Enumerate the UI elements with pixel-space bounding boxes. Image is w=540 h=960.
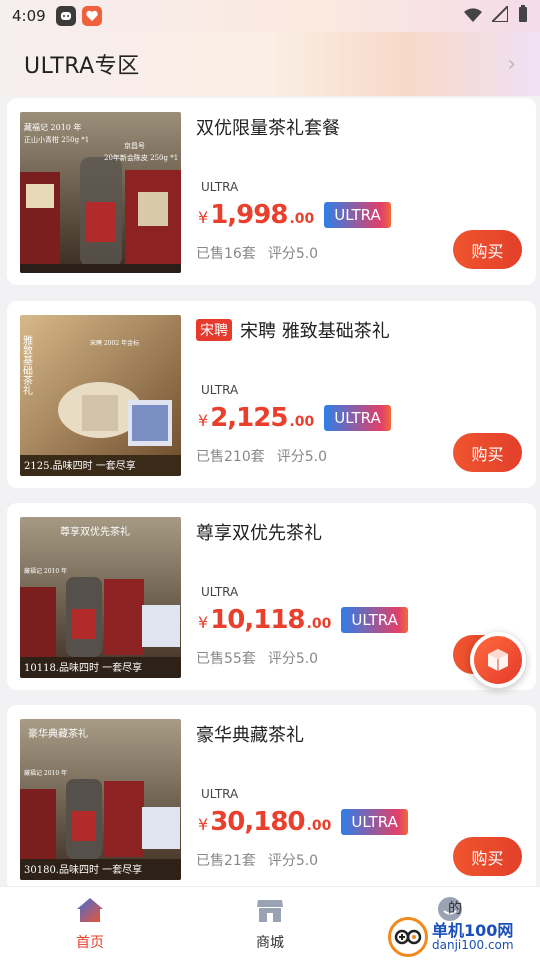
rating: 评分5.0	[267, 246, 319, 262]
price-decimal: .00	[289, 414, 315, 430]
product-image: 尊享双优先茶礼 藏福记 2010 年 10118.品味四时 一套尽享	[20, 517, 181, 678]
image-footer-text: 10118.品味四时 一套尽享	[24, 661, 142, 674]
tab-home-label: 首页	[76, 934, 104, 951]
wifi-icon	[464, 7, 482, 26]
ultra-label: ULTRA	[201, 787, 239, 801]
ultra-badge: ULTRA	[341, 607, 408, 633]
ultra-badge: ULTRA	[324, 405, 391, 431]
product-price: ¥ 10,118 .00 ULTRA	[198, 605, 408, 635]
watermark-main-text: 单机100网	[432, 920, 514, 940]
price-main: 30,180	[210, 807, 305, 837]
rating: 评分5.0	[276, 449, 327, 465]
image-text: 豪华典藏茶礼	[28, 727, 88, 740]
page-title: ULTRA专区	[24, 54, 140, 79]
product-title: 豪华典藏茶礼	[196, 721, 304, 747]
image-text: 尊享双优先茶礼	[60, 525, 130, 538]
image-text: 宋聘 2002 年金标	[90, 339, 139, 347]
product-card[interactable]: 豪华典藏茶礼 藏福记 2010 年 30180.品味四时 一套尽享 豪华典藏茶礼…	[7, 705, 536, 886]
image-footer-text: 2125.品味四时 一套尽享	[24, 459, 136, 472]
tab-mall[interactable]: 商城	[180, 887, 360, 960]
product-card[interactable]: 藏福记 2010 年 正山小青柑 250g *1 京昌号 20年新会陈皮 250…	[7, 98, 536, 285]
watermark: 单机100网 danji100.com	[388, 914, 540, 960]
product-price: ¥ 30,180 .00 ULTRA	[198, 807, 408, 837]
home-icon	[75, 896, 105, 928]
shop-icon	[255, 896, 285, 928]
rating: 评分5.0	[267, 651, 319, 667]
product-meta: 已售55套 评分5.0	[196, 648, 318, 668]
product-price: ¥ 2,125 .00 ULTRA	[198, 403, 391, 433]
image-text: 京昌号	[124, 141, 145, 150]
price-main: 2,125	[210, 403, 288, 433]
currency-symbol: ¥	[198, 208, 209, 227]
floating-cube-button[interactable]	[470, 632, 526, 688]
product-card[interactable]: 雅致基础茶礼 宋聘 2002 年金标 2125.品味四时 一套尽享 宋聘 宋聘 …	[7, 301, 536, 488]
ultra-label: ULTRA	[201, 383, 239, 397]
watermark-sub-text: danji100.com	[432, 938, 514, 953]
image-text: 藏福记 2010 年	[24, 769, 67, 777]
status-time: 4:09	[12, 7, 46, 25]
sold-count: 已售55套	[196, 651, 256, 667]
product-meta: 已售21套 评分5.0	[196, 850, 318, 870]
product-image: 雅致基础茶礼 宋聘 2002 年金标 2125.品味四时 一套尽享	[20, 315, 181, 476]
app-notification-icon-2	[81, 6, 102, 26]
product-meta: 已售16套 评分5.0	[196, 243, 318, 263]
currency-symbol: ¥	[198, 411, 209, 430]
watermark-logo-icon	[388, 917, 428, 957]
buy-button[interactable]: 购买	[453, 433, 522, 472]
sold-count: 已售210套	[196, 449, 265, 465]
battery-icon	[518, 5, 528, 27]
ultra-badge: ULTRA	[341, 809, 408, 835]
rating: 评分5.0	[267, 853, 319, 869]
product-title: 宋聘 宋聘 雅致基础茶礼	[196, 317, 390, 343]
product-title-text: 尊享双优先茶礼	[196, 523, 322, 544]
status-bar: 4:09	[0, 0, 540, 32]
ultra-badge: ULTRA	[324, 202, 391, 228]
ultra-label: ULTRA	[201, 585, 239, 599]
price-main: 1,998	[210, 200, 288, 230]
brand-tag: 宋聘	[196, 319, 232, 341]
image-text: 藏福记 2010 年	[24, 567, 67, 575]
tab-mall-label: 商城	[256, 934, 284, 951]
price-decimal: .00	[289, 211, 315, 227]
product-title-text: 豪华典藏茶礼	[196, 725, 304, 746]
buy-button[interactable]: 购买	[453, 230, 522, 269]
image-text: 雅致基础茶礼	[21, 334, 33, 395]
product-image: 豪华典藏茶礼 藏福记 2010 年 30180.品味四时 一套尽享	[20, 719, 181, 880]
product-title: 尊享双优先茶礼	[196, 519, 322, 545]
image-text: 正山小青柑 250g *1	[24, 135, 89, 144]
image-footer-text: 30180.品味四时 一套尽享	[24, 863, 142, 876]
currency-symbol: ¥	[198, 613, 209, 632]
app-notification-icon	[55, 6, 76, 26]
page-header: ULTRA专区 ›	[0, 32, 540, 96]
sold-count: 已售16套	[196, 246, 256, 262]
product-card[interactable]: 尊享双优先茶礼 藏福记 2010 年 10118.品味四时 一套尽享 尊享双优先…	[7, 503, 536, 690]
buy-button[interactable]: 购买	[453, 837, 522, 876]
price-decimal: .00	[306, 616, 332, 632]
price-decimal: .00	[306, 818, 332, 834]
chevron-right-icon[interactable]: ›	[507, 52, 516, 77]
product-price: ¥ 1,998 .00 ULTRA	[198, 200, 391, 230]
signal-icon	[489, 3, 509, 26]
product-title: 双优限量茶礼套餐	[196, 114, 340, 140]
product-title-text: 宋聘 雅致基础茶礼	[240, 321, 390, 342]
tab-home[interactable]: 首页	[0, 887, 180, 960]
product-image: 藏福记 2010 年 正山小青柑 250g *1 京昌号 20年新会陈皮 250…	[20, 112, 181, 273]
price-main: 10,118	[210, 605, 305, 635]
currency-symbol: ¥	[198, 815, 209, 834]
image-text: 20年新会陈皮 250g *1	[104, 153, 178, 162]
image-text: 藏福记 2010 年	[24, 122, 81, 132]
product-list[interactable]: 藏福记 2010 年 正山小青柑 250g *1 京昌号 20年新会陈皮 250…	[0, 96, 540, 886]
product-meta: 已售210套 评分5.0	[196, 446, 327, 466]
ultra-label: ULTRA	[201, 180, 239, 194]
sold-count: 已售21套	[196, 853, 256, 869]
cube-icon	[474, 636, 522, 684]
product-title-text: 双优限量茶礼套餐	[196, 118, 340, 139]
